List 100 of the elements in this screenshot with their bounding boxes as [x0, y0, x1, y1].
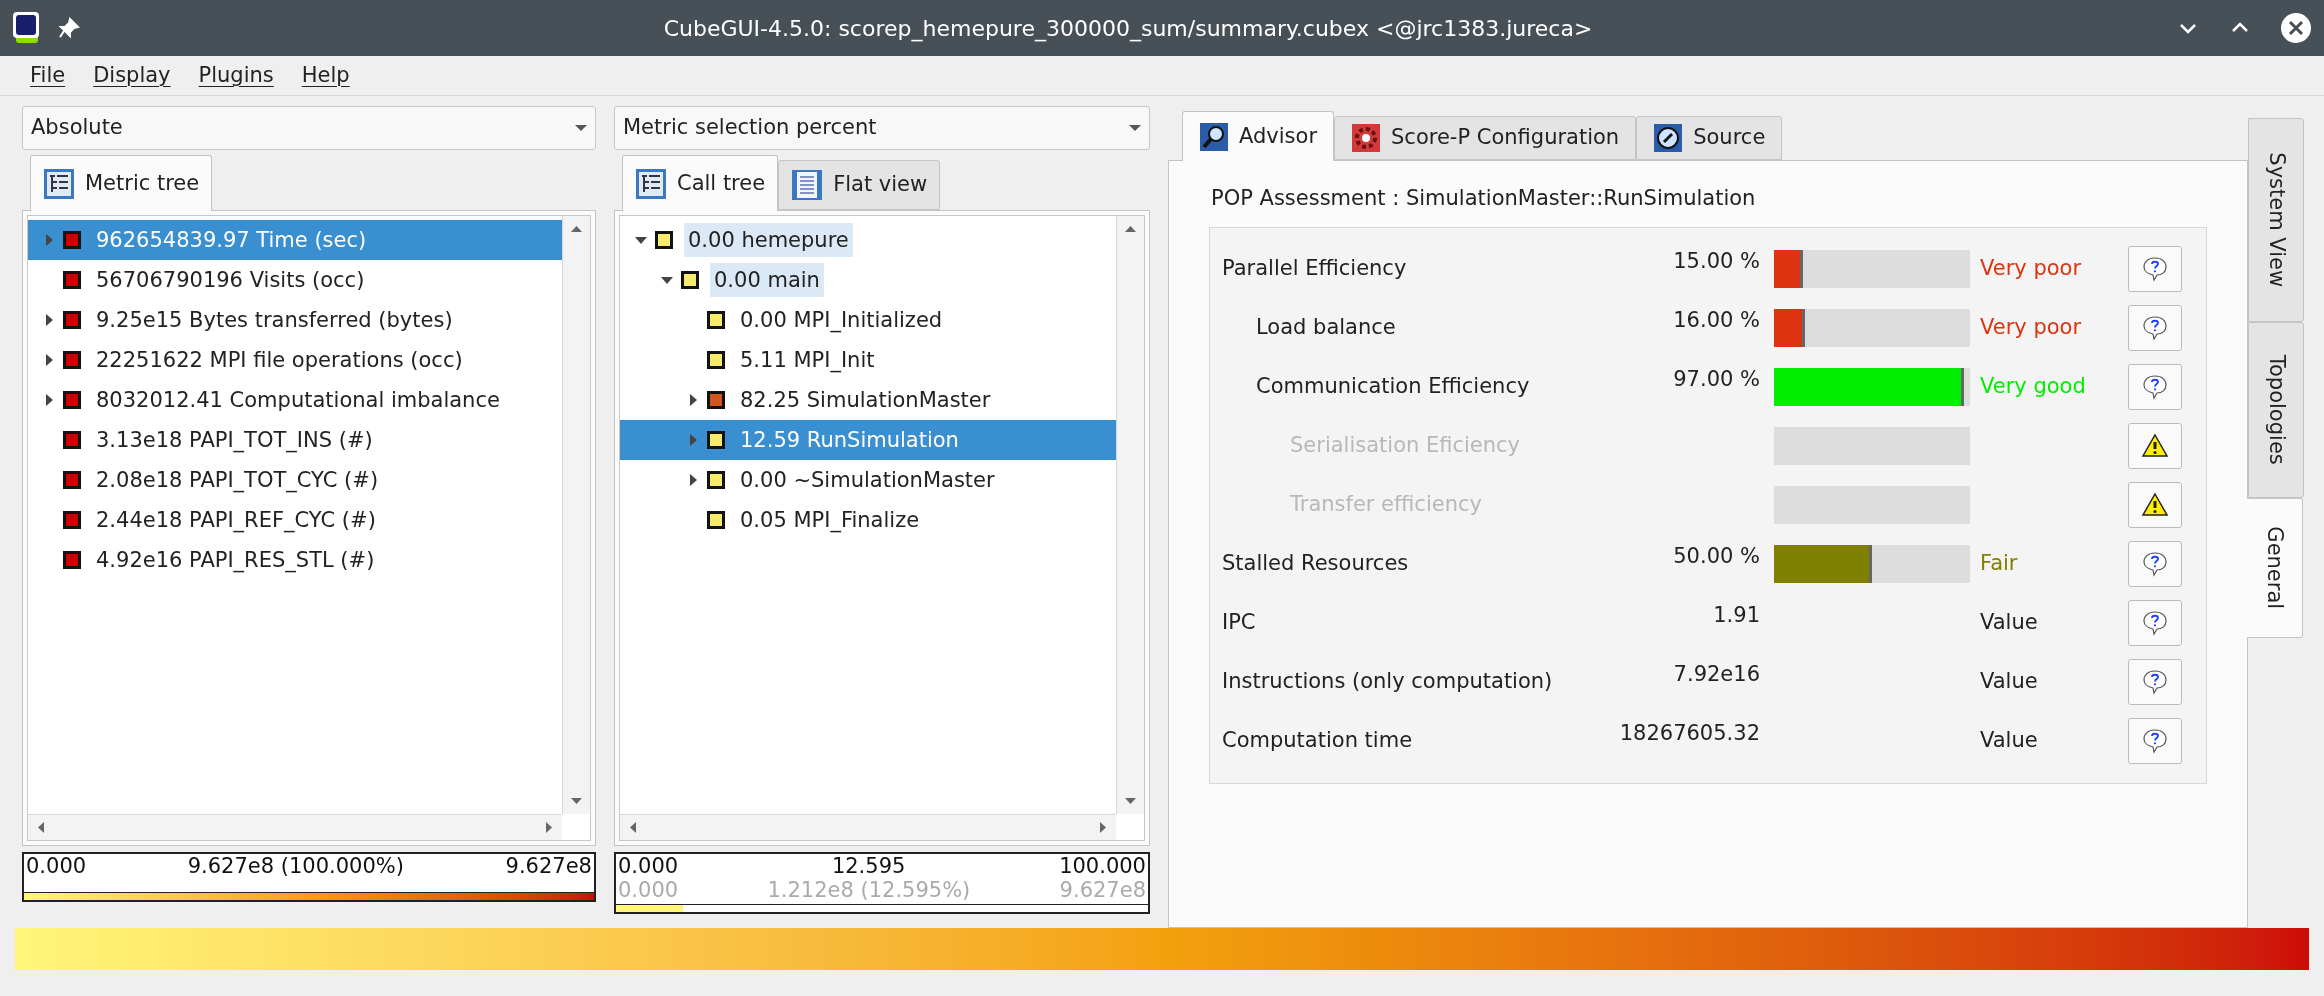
expanded-arrow-icon[interactable] [634, 234, 648, 246]
tab[interactable]: Metric tree [30, 155, 213, 211]
warning-icon [2141, 432, 2169, 460]
dropdown[interactable]: Metric selection percent [614, 106, 1150, 150]
rating-text: Fair [1980, 551, 2018, 576]
metric-value: 18267605.32 [1619, 720, 1760, 745]
vertical-tab[interactable]: General [2247, 498, 2303, 638]
help-button[interactable] [2128, 600, 2182, 646]
caret-icon [1129, 125, 1141, 131]
metric-label: Computation time [1221, 727, 1414, 755]
tab[interactable]: Call tree [622, 155, 779, 211]
rating-text: Value [1980, 728, 2038, 753]
metric-label: Load balance [1255, 314, 1397, 342]
menu-item[interactable]: Help [301, 59, 350, 92]
help-icon [2141, 255, 2169, 283]
warning-icon [2141, 491, 2169, 519]
help-button[interactable] [2128, 659, 2182, 705]
tab[interactable]: Score-P Configuration [1334, 116, 1637, 160]
pin-icon[interactable] [58, 17, 80, 39]
compass-icon [1653, 123, 1684, 153]
magnifier-icon [1199, 121, 1229, 152]
rating-text: Very poor [1980, 256, 2082, 281]
horizontal-scrollbar[interactable] [28, 814, 562, 840]
collapsed-arrow-icon[interactable] [43, 353, 55, 367]
tree-item[interactable]: 2.44e18 PAPI_REF_CYC (#) [92, 503, 380, 537]
menu-item[interactable]: File [30, 59, 66, 92]
help-icon [2141, 727, 2169, 755]
metric-value: 1.91 [1713, 602, 1760, 627]
help-button[interactable] [2128, 246, 2182, 292]
vertical-tab[interactable]: System View [2248, 118, 2304, 322]
tree-item[interactable]: 56706790196 Visits (occ) [92, 263, 369, 297]
help-button[interactable] [2128, 364, 2182, 410]
help-icon [2141, 668, 2169, 696]
metric-label: Communication Efficiency [1255, 373, 1531, 401]
caret-icon [575, 125, 587, 131]
tree-item[interactable]: 0.00 ~SimulationMaster [736, 463, 999, 497]
horizontal-scrollbar[interactable] [620, 814, 1116, 840]
metric-value: 97.00 % [1673, 366, 1760, 391]
summary-value: 12.595 [831, 854, 906, 878]
tree-view-icon [635, 167, 667, 200]
help-icon [2141, 609, 2169, 637]
metric-value: 7.92e16 [1673, 661, 1760, 686]
tab[interactable]: Flat view [778, 160, 941, 210]
summary-value: 1.212e8 (12.595%) [767, 878, 971, 902]
summary-value: 0.000 [26, 854, 87, 878]
vertical-scrollbar[interactable] [562, 216, 590, 814]
tab[interactable]: Advisor [1182, 111, 1334, 161]
expanded-arrow-icon[interactable] [660, 274, 674, 286]
help-icon [2141, 550, 2169, 578]
tree-item[interactable]: 3.13e18 PAPI_TOT_INS (#) [92, 423, 377, 457]
help-icon [2141, 373, 2169, 401]
metric-label: Instructions (only computation) [1221, 668, 1554, 696]
close-icon[interactable] [2280, 12, 2312, 44]
menu-item[interactable]: Display [93, 59, 171, 92]
gear-icon [1351, 123, 1381, 153]
metric-label: Transfer efficiency [1289, 491, 1483, 519]
metric-value: 50.00 % [1673, 543, 1760, 568]
tree-item[interactable]: 22251622 MPI file operations (occ) [92, 343, 467, 377]
dropdown[interactable]: Absolute [22, 106, 596, 150]
rating-text: Value [1980, 669, 2038, 694]
vertical-scrollbar[interactable] [1116, 216, 1144, 814]
tree-item[interactable]: 0.05 MPI_Finalize [736, 503, 924, 537]
tree-item[interactable]: 4.92e16 PAPI_RES_STL (#) [92, 543, 379, 577]
summary-value: 9.627e8 [505, 854, 592, 878]
help-icon [2141, 314, 2169, 342]
metric-label: IPC [1221, 609, 1257, 637]
tree-item[interactable]: 2.08e18 PAPI_TOT_CYC (#) [92, 463, 383, 497]
metric-value: 16.00 % [1673, 307, 1760, 332]
rating-text: Very good [1980, 374, 2086, 399]
window-title: CubeGUI-4.5.0: scorep_hemepure_300000_sum/summary.cubex <@jrc1383.jureca> [662, 14, 1594, 44]
rating-text: Very poor [1980, 315, 2082, 340]
collapsed-arrow-icon[interactable] [687, 393, 699, 407]
summary-value: 100.000 [1059, 854, 1146, 878]
list-view-icon [791, 169, 824, 201]
metric-label: Serialisation Eficiency [1289, 432, 1522, 460]
summary-value: 0.000 [618, 854, 679, 878]
menu-item[interactable]: Plugins [198, 59, 274, 92]
tree-view-icon [43, 167, 75, 200]
tab[interactable]: Source [1636, 116, 1783, 160]
help-button[interactable] [2128, 541, 2182, 587]
summary-value: 9.627e8 [1059, 878, 1146, 902]
rating-text: Value [1980, 610, 2038, 635]
assessment-title: POP Assessment : SimulationMaster::RunSimulation [1210, 185, 1757, 212]
help-button[interactable] [2128, 305, 2182, 351]
metric-label: Stalled Resources [1221, 550, 1410, 578]
collapsed-arrow-icon[interactable] [43, 393, 55, 407]
summary-value: 0.000 [618, 878, 679, 902]
metric-value: 15.00 % [1673, 248, 1760, 273]
tree-item[interactable]: 8032012.41 Computational imbalance [92, 383, 504, 417]
tree-item[interactable]: 5.11 MPI_Init [736, 343, 879, 377]
tree-item[interactable]: 9.25e15 Bytes transferred (bytes) [92, 303, 457, 337]
tree-item[interactable]: 82.25 SimulationMaster [736, 383, 995, 417]
tree-item[interactable]: 0.00 MPI_Initialized [736, 303, 947, 337]
collapsed-arrow-icon[interactable] [43, 313, 55, 327]
tree-item[interactable]: 0.00 hemepure [684, 223, 853, 257]
help-button[interactable] [2128, 718, 2182, 764]
summary-value: 9.627e8 (100.000%) [187, 854, 404, 878]
tree-item[interactable]: 0.00 main [710, 263, 824, 297]
vertical-tab[interactable]: Topologies [2248, 322, 2304, 498]
collapsed-arrow-icon[interactable] [687, 473, 699, 487]
